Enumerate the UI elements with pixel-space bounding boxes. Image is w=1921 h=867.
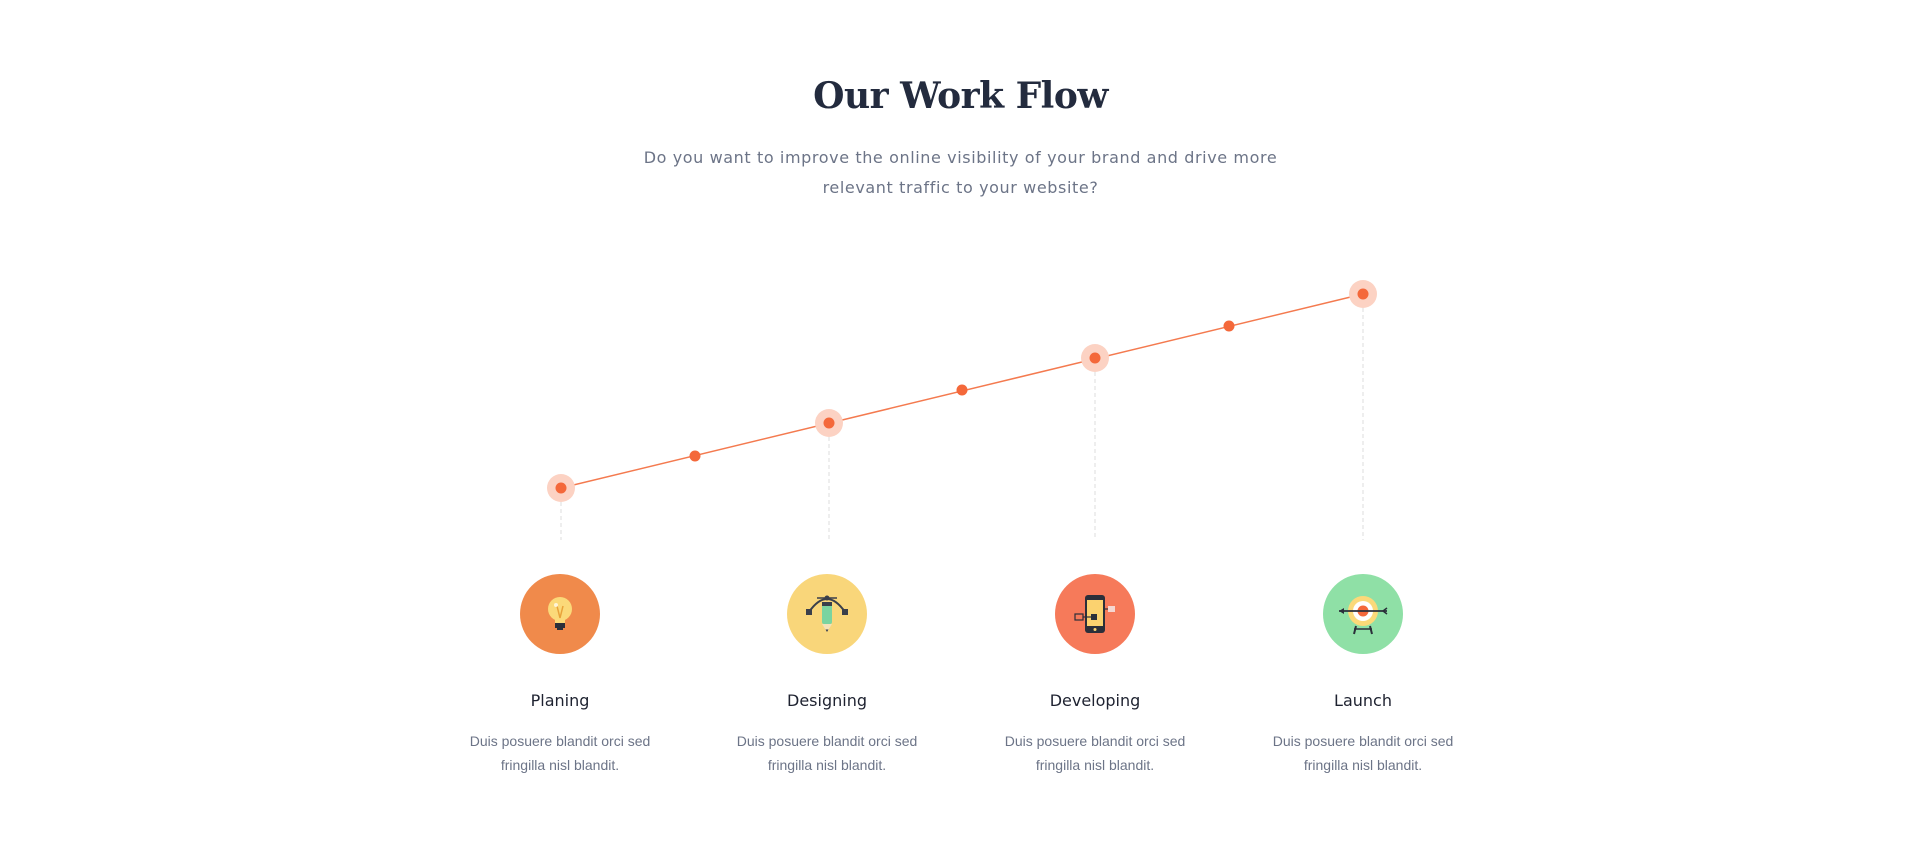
step-description: Duis posuere blandit orci sed fringilla …: [736, 733, 918, 773]
milestone-dot-designing: [823, 417, 835, 429]
mobile-device-icon: [1055, 574, 1135, 654]
milestone-dot-planing: [555, 482, 567, 494]
midpoint-dot: [689, 450, 701, 462]
step-title: Launch: [1334, 691, 1392, 710]
step-title: Developing: [1049, 691, 1141, 710]
milestone-dot-launch: [1357, 288, 1369, 300]
target-icon: [1323, 574, 1403, 654]
lightbulb-icon: [520, 574, 600, 654]
step-description: Duis posuere blandit orci sed fringilla …: [1272, 733, 1454, 773]
pen-tool-icon: [787, 574, 867, 654]
midpoint-dot: [1223, 320, 1235, 332]
step-title: Designing: [787, 691, 867, 710]
milestone-dot-developing: [1089, 352, 1101, 364]
midpoint-dot: [956, 384, 968, 396]
step-description: Duis posuere blandit orci sed fringilla …: [469, 733, 651, 773]
workflow-timeline: [547, 280, 1377, 540]
step-description: Duis posuere blandit orci sed fringilla …: [1004, 733, 1186, 773]
step-title: Planing: [530, 691, 590, 710]
